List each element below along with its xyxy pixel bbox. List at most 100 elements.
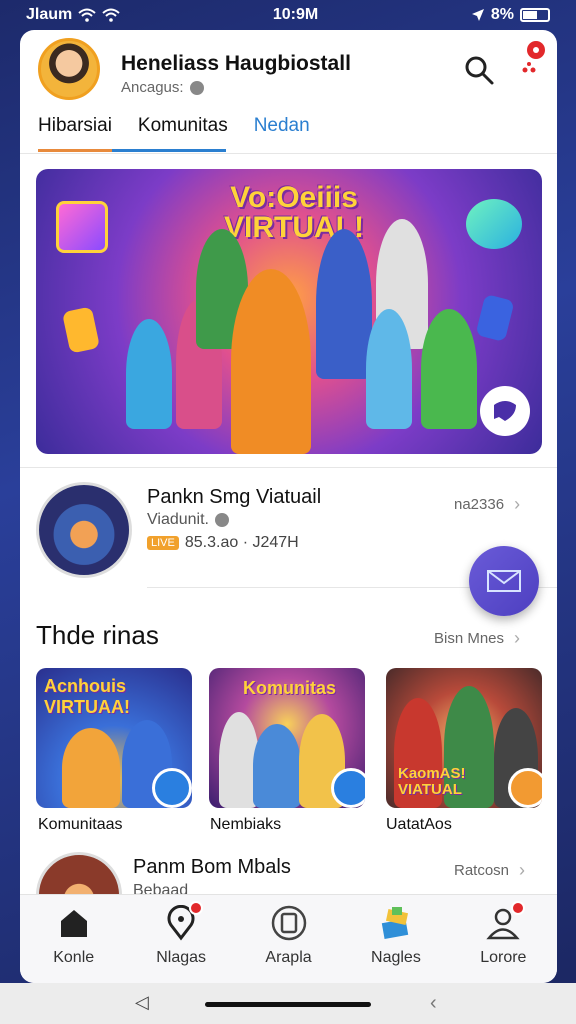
carrier-label: Jlaum: [26, 6, 73, 23]
heart-badge-icon: [508, 768, 542, 808]
feed-item-subtitle-text: Viadunit.: [147, 511, 209, 528]
thumbnail-caption: UatatAos: [386, 816, 452, 833]
chat-badge-icon: [331, 768, 365, 808]
tab-indicator-blue: [112, 149, 226, 152]
home-indicator[interactable]: [205, 1002, 371, 1007]
tab-bar: Hibarsiai Komunitas Nedan: [38, 112, 538, 152]
chat-bubble-icon: [466, 199, 522, 249]
feed-item[interactable]: Panm Bom Mbals Bebaad Ratcosn ›: [20, 852, 557, 894]
profile-subtitle: Ancagus:: [121, 79, 204, 96]
nav-item-profile[interactable]: Lorore: [450, 895, 557, 983]
person-figure: [126, 319, 172, 429]
thumbnail-overlay-text: Acnhouis VIRTUAA!: [44, 676, 130, 717]
live-badge: LIVE: [147, 536, 179, 550]
feed-item-right: Ratcosn ›: [454, 860, 525, 881]
nav-label: Nagles: [371, 949, 421, 966]
search-icon[interactable]: [463, 54, 495, 86]
chevron-right-icon: ›: [514, 494, 521, 514]
thumbnail-caption: Komunitaas: [38, 816, 123, 833]
profile-icon: [485, 901, 526, 941]
thumbnail-caption: Nembiaks: [210, 816, 282, 833]
thumbnail-card[interactable]: KaomAS! VIATUAL: [386, 668, 542, 808]
person-figure: [231, 269, 311, 454]
thumbnail-overlay-text: KaomAS! VIATUAL: [398, 765, 466, 798]
divider: [20, 467, 557, 468]
see-more-link[interactable]: Bisn Mnes ›: [434, 628, 520, 649]
profile-avatar[interactable]: [38, 38, 100, 100]
profile-subtitle-text: Ancagus:: [121, 79, 184, 96]
profile-header: Heneliass Haugbiostall Ancagus: Hibarsia…: [20, 30, 557, 154]
tab-nedan[interactable]: Nedan: [254, 112, 310, 152]
heart-chat-icon: [494, 401, 516, 421]
floating-action-button[interactable]: [469, 546, 539, 616]
person-figure: [253, 724, 301, 808]
profile-name: Heneliass Haugbiostall: [121, 52, 351, 75]
feed-item-right: na2336 ›: [454, 494, 520, 515]
feed-item-avatar: [36, 482, 132, 578]
feed-item-meta: LIVE 85.3.ao · J247H: [147, 534, 299, 552]
nav-label: Lorore: [480, 949, 527, 966]
feed-item-meta-text: 85.3.ao · J247H: [184, 534, 299, 551]
thumbnail-card[interactable]: Komunitas: [209, 668, 365, 808]
bottom-nav: Konle Nlagas Arapla Nagles Lorore: [20, 894, 557, 983]
wifi-icon: [78, 8, 96, 22]
person-figure: [316, 229, 372, 379]
nav-item-messages[interactable]: Nlagas: [127, 895, 234, 983]
nav-label: Arapla: [265, 949, 312, 966]
chevron-left-icon[interactable]: ‹: [430, 992, 437, 1015]
status-left: Jlaum: [26, 6, 120, 24]
see-more-label: Bisn Mnes: [434, 630, 505, 647]
status-bar: Jlaum 10:9M 8%: [0, 0, 576, 30]
wifi-icon-2: [102, 8, 120, 22]
section-title: Thde rinas: [36, 620, 159, 650]
map-pin-icon: [163, 901, 204, 941]
location-icon: [471, 9, 484, 21]
chevron-right-icon: ›: [519, 860, 526, 880]
thumbnail-card[interactable]: Acnhouis VIRTUAA!: [36, 668, 192, 808]
person-figure: [421, 309, 477, 429]
tab-hibarsiai[interactable]: Hibarsiai: [38, 112, 112, 152]
globe-icon: [214, 513, 229, 527]
system-gesture-bar: ◁ ‹: [0, 983, 576, 1024]
envelope-icon: [487, 570, 521, 592]
status-time: 10:9M: [272, 6, 319, 23]
card-icon: [475, 293, 515, 343]
nav-item-apps[interactable]: Arapla: [235, 895, 342, 983]
feed-item-avatar: [36, 852, 122, 894]
status-right: 8%: [471, 6, 550, 24]
person-figure: [62, 728, 120, 808]
person-figure: [366, 309, 412, 429]
feed-item-title: Pankn Smg Viatuail: [147, 486, 322, 508]
notification-dot: [189, 901, 204, 915]
notification-icon[interactable]: [516, 40, 546, 80]
feed-item-right-text: Ratcosn: [454, 862, 510, 879]
twitter-badge-icon: [152, 768, 192, 808]
tab-indicator-orange: [38, 149, 112, 152]
nav-label: Nlagas: [156, 949, 207, 966]
main-card: Heneliass Haugbiostall Ancagus: Hibarsia…: [20, 30, 557, 983]
nav-label: Konle: [53, 949, 95, 966]
feed-item-title: Panm Bom Mbals: [133, 856, 291, 878]
instagram-icon: [56, 201, 108, 253]
chevron-right-icon: ›: [514, 628, 521, 648]
tab-komunitas[interactable]: Komunitas: [138, 112, 228, 152]
feed-item-right-text: na2336: [454, 496, 505, 513]
tablet-icon: [271, 905, 306, 941]
music-note-icon: [61, 306, 101, 354]
notification-dot: [511, 901, 526, 915]
gift-icon: [381, 907, 409, 939]
back-gesture-icon[interactable]: ◁: [135, 992, 149, 1013]
globe-icon: [189, 80, 204, 95]
feed-item-subtitle: Viadunit.: [147, 511, 229, 529]
hero-banner[interactable]: Vo:Oeiiis VIRTUAL!: [36, 169, 542, 454]
nav-item-home[interactable]: Konle: [20, 895, 127, 983]
feed-item-subtitle-text: Bebaad: [133, 882, 189, 894]
feed-item-subtitle: Bebaad: [133, 882, 188, 894]
banner-share-badge[interactable]: [480, 386, 530, 436]
nav-item-gifts[interactable]: Nagles: [342, 895, 449, 983]
battery-percent: 8%: [490, 6, 514, 23]
thumbnail-overlay-text: Komunitas: [243, 678, 337, 698]
header-divider: [20, 153, 557, 154]
battery-icon: [519, 8, 550, 22]
home-icon: [60, 910, 87, 937]
